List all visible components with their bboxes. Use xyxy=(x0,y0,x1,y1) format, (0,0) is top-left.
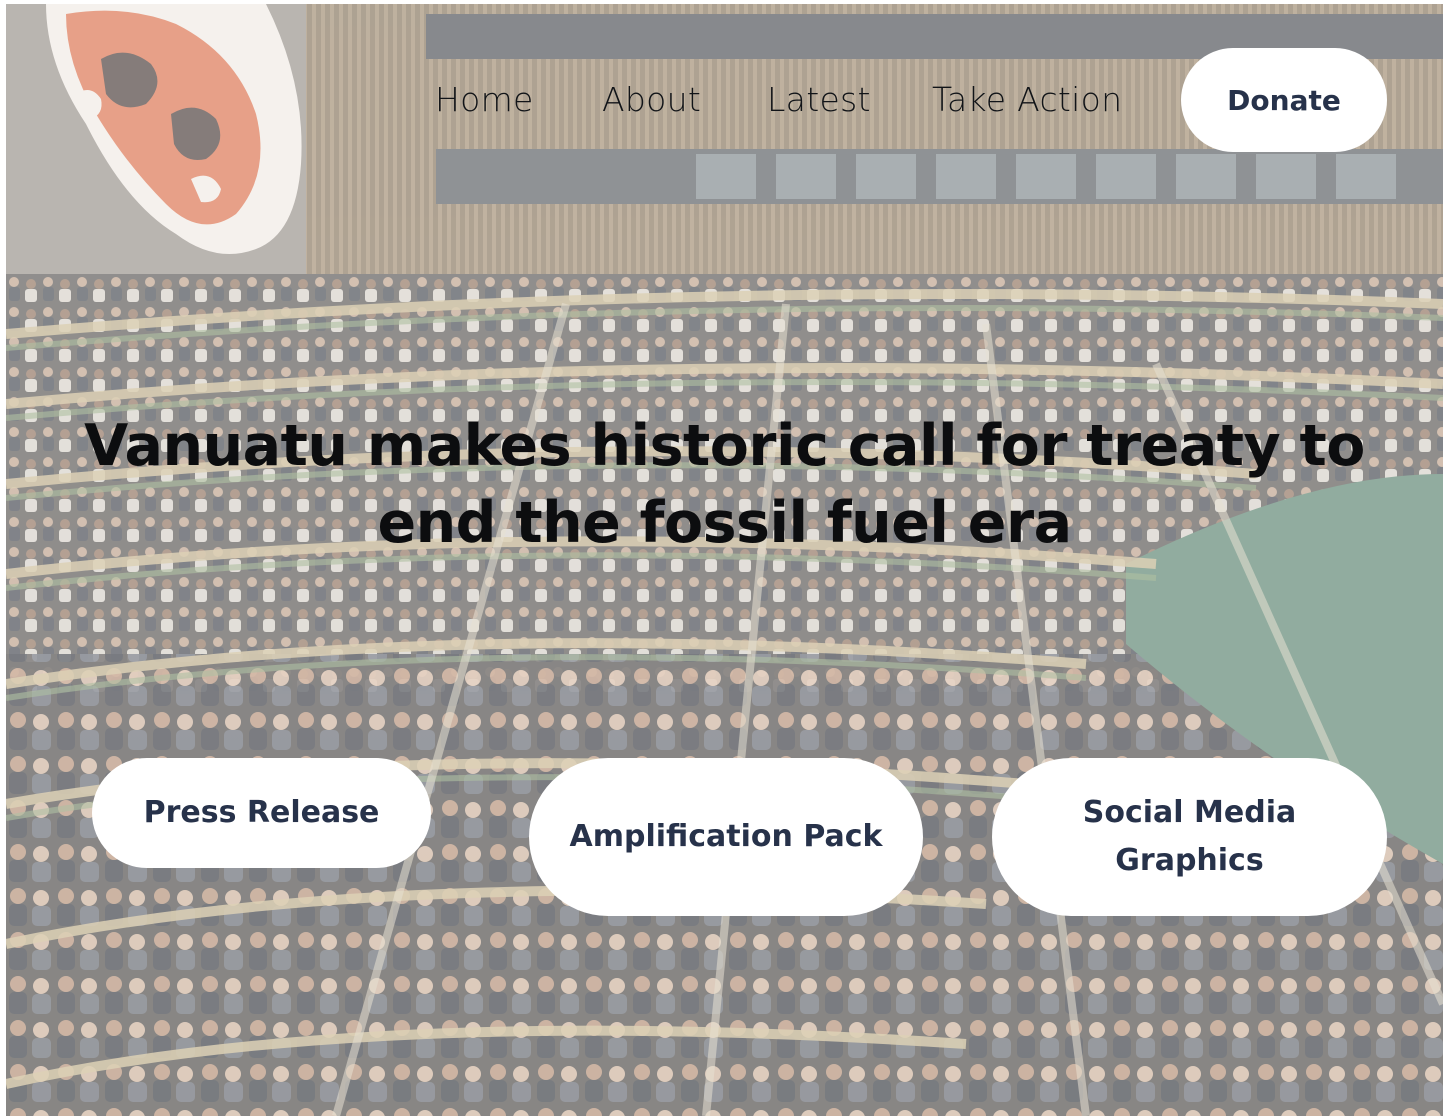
social-media-graphics-button[interactable]: Social Media Graphics xyxy=(992,758,1387,916)
nav-take-action[interactable]: Take Action xyxy=(932,80,1122,119)
press-release-button[interactable]: Press Release xyxy=(92,758,431,868)
press-release-label: Press Release xyxy=(143,795,380,830)
nav-home[interactable]: Home xyxy=(435,80,534,119)
amplification-pack-button[interactable]: Amplification Pack xyxy=(529,758,923,916)
main-nav: Home About Latest Take Action Donate xyxy=(6,48,1443,154)
page-title: Vanuatu makes historic call for treaty t… xyxy=(84,413,1365,556)
hero-section: Home About Latest Take Action Donate Van… xyxy=(6,4,1443,1116)
nav-about[interactable]: About xyxy=(602,80,701,119)
amplification-pack-label: Amplification Pack xyxy=(569,819,883,854)
donate-button[interactable]: Donate xyxy=(1181,48,1387,152)
nav-latest[interactable]: Latest xyxy=(767,80,871,119)
social-media-graphics-label: Social Media Graphics xyxy=(1082,795,1297,878)
